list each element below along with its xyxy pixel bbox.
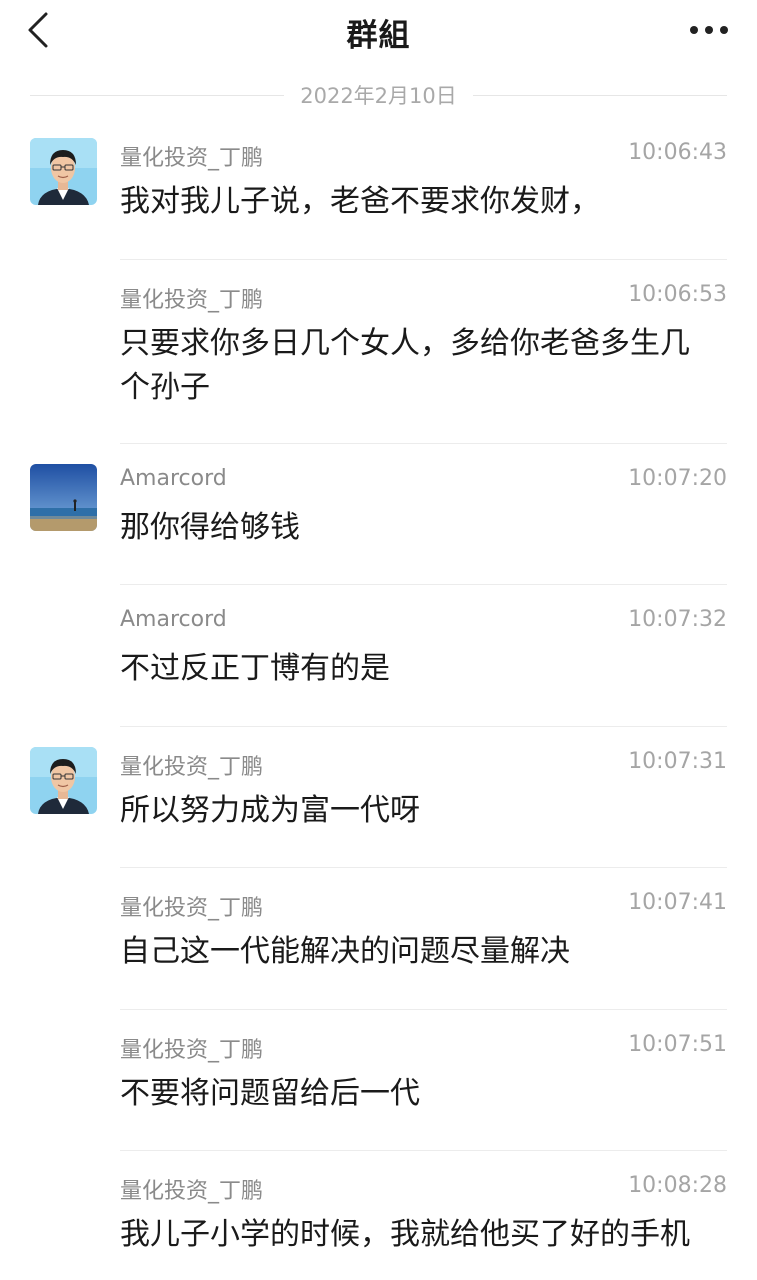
message-time: 10:07:31 bbox=[628, 748, 727, 774]
sender-name: 量化投资_丁鹏 bbox=[120, 754, 264, 780]
sender-name: 量化投资_丁鹏 bbox=[120, 1037, 264, 1063]
sender-name: Amarcord bbox=[120, 465, 227, 491]
date-label: 2022年2月10日 bbox=[300, 84, 457, 108]
top-bar: 群組 bbox=[0, 0, 757, 62]
message-text: 所以努力成为富一代呀 bbox=[120, 792, 420, 828]
message-item[interactable]: 量化投资_丁鹏 10:08:28 我儿子小学的时候，我就给他买了好的手机 bbox=[0, 1151, 757, 1280]
message-item[interactable]: 量化投资_丁鹏 10:07:51 不要将问题留给后一代 bbox=[0, 1010, 757, 1151]
sender-name: 量化投资_丁鹏 bbox=[120, 896, 264, 921]
message-item[interactable]: 量化投资_丁鹏 10:07:41 自己这一代能解决的问题尽量解决 bbox=[0, 868, 757, 1010]
message-item[interactable]: 量化投资_丁鹏 10:06:53 只要求你多日几个女人，多给你老爸多生几个孙子 bbox=[0, 260, 757, 444]
message-time: 10:06:53 bbox=[628, 281, 727, 307]
message-time: 10:07:41 bbox=[628, 890, 727, 915]
message-text: 不过反正丁博有的是 bbox=[120, 651, 390, 686]
divider bbox=[30, 94, 285, 96]
message-time: 10:07:51 bbox=[628, 1031, 727, 1057]
message-text: 不要将问题留给后一代 bbox=[120, 1075, 420, 1111]
sender-name: Amarcord bbox=[120, 607, 227, 632]
message-time: 10:07:20 bbox=[628, 465, 727, 491]
date-separator: 2022年2月10日 bbox=[30, 80, 727, 110]
message-item[interactable]: 量化投资_丁鹏 10:07:31 所以努力成为富一代呀 bbox=[0, 727, 757, 868]
message-list: 量化投资_丁鹏 10:06:43 我对我儿子说，老爸不要求你发财， 量化投资_丁… bbox=[0, 118, 757, 1280]
message-text: 我儿子小学的时候，我就给他买了好的手机 bbox=[120, 1217, 690, 1252]
message-time: 10:06:43 bbox=[628, 140, 727, 165]
divider bbox=[472, 94, 727, 96]
sender-name: 量化投资_丁鹏 bbox=[120, 287, 264, 313]
sender-name: 量化投资_丁鹏 bbox=[120, 146, 264, 171]
message-item[interactable]: Amarcord 10:07:20 那你得给够钱 bbox=[0, 444, 757, 585]
avatar[interactable] bbox=[30, 463, 97, 531]
message-item[interactable]: 量化投资_丁鹏 10:06:43 我对我儿子说，老爸不要求你发财， bbox=[0, 118, 757, 260]
message-item[interactable]: Amarcord 10:07:32 不过反正丁博有的是 bbox=[0, 585, 757, 727]
chat-screen: 群組 2022年2月10日 量化投资_丁鹏 10:06:43 我对我儿子说，老爸… bbox=[0, 0, 757, 1280]
message-time: 10:07:32 bbox=[628, 607, 727, 632]
message-text: 那你得给够钱 bbox=[120, 509, 300, 545]
message-text: 只要求你多日几个女人，多给你老爸多生几个孙子 bbox=[120, 325, 690, 405]
more-horizontal-icon bbox=[690, 26, 728, 34]
message-text: 我对我儿子说，老爸不要求你发财， bbox=[120, 184, 600, 219]
avatar[interactable] bbox=[30, 746, 97, 814]
message-text: 自己这一代能解决的问题尽量解决 bbox=[120, 934, 570, 969]
page-title: 群組 bbox=[346, 18, 411, 54]
message-time: 10:08:28 bbox=[628, 1173, 727, 1198]
avatar[interactable] bbox=[30, 138, 97, 205]
more-options-button[interactable] bbox=[687, 10, 731, 50]
sender-name: 量化投资_丁鹏 bbox=[120, 1179, 264, 1204]
